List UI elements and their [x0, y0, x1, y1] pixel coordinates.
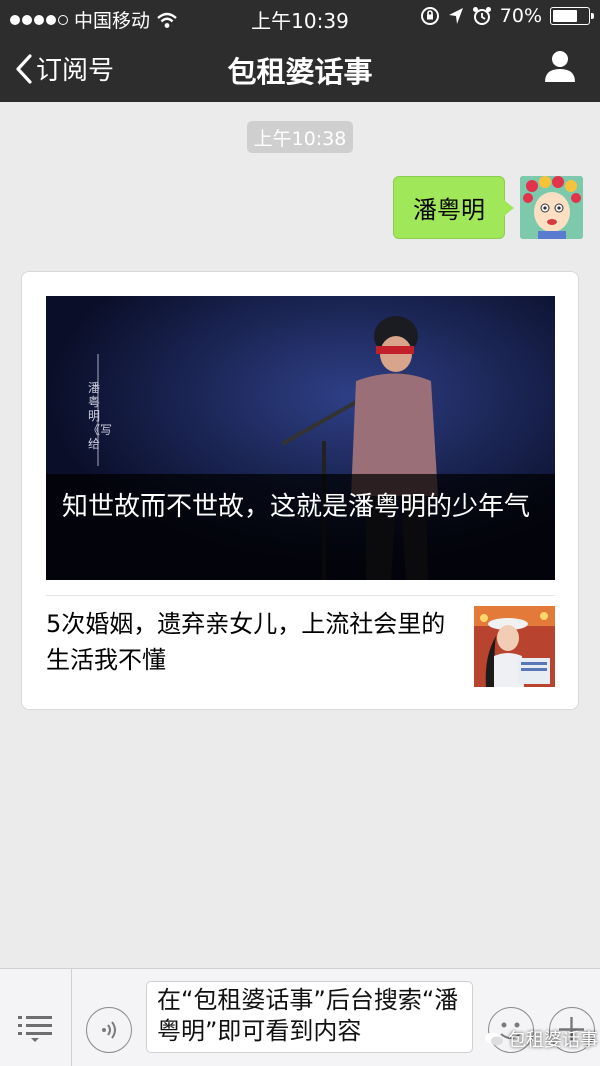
status-bar: 中国移动 上午10:39 70% [0, 0, 600, 34]
location-arrow-icon [448, 8, 463, 24]
avatar-image [520, 176, 583, 239]
message-input[interactable]: 在“包租婆话事”后台搜索“潘粤明”即可看到内容 [146, 981, 473, 1053]
page-title: 包租婆话事 [227, 55, 373, 89]
divider [46, 595, 555, 596]
divider [71, 969, 72, 1066]
cover-caption: 知世故而不世故，这就是潘粤明的少年气 [46, 474, 555, 580]
thumbnail-image [474, 606, 555, 687]
alarm-icon [472, 7, 491, 25]
orientation-lock-icon [420, 7, 439, 25]
watermark-text: 包租婆话事 [508, 1030, 598, 1051]
voice-icon [102, 1021, 116, 1039]
battery-percent: 70% [499, 5, 542, 27]
user-profile-icon[interactable] [542, 48, 578, 84]
message-timestamp: 上午10:38 [247, 121, 353, 153]
article-secondary-thumbnail[interactable] [474, 606, 555, 687]
article-cover[interactable]: 潘粤明《写给 知世故而不世故，这就是潘粤明的少年气 [46, 296, 555, 580]
status-right: 70% [420, 5, 594, 27]
article-secondary-title[interactable]: 5次婚姻，遗弃亲女儿，上流社会里的生活我不懂 [46, 606, 456, 678]
wechat-icon [485, 1032, 503, 1046]
nav-bar: 订阅号 包租婆话事 [0, 34, 600, 102]
avatar[interactable] [520, 176, 583, 239]
article-card[interactable]: 潘粤明《写给 知世故而不世故，这就是潘粤明的少年气 5次婚姻，遗弃亲女儿，上流社… [21, 271, 579, 710]
voice-button[interactable] [86, 1007, 132, 1053]
sent-message-text: 潘粤明 [413, 196, 485, 224]
battery-icon [550, 7, 594, 25]
cover-side-text: 潘粤明《写给 [88, 381, 113, 451]
battery-fill [553, 10, 577, 22]
sent-message-bubble[interactable]: 潘粤明 [393, 176, 514, 239]
menu-list-icon[interactable] [18, 1013, 52, 1043]
watermark: 包租婆话事 [484, 1026, 598, 1052]
